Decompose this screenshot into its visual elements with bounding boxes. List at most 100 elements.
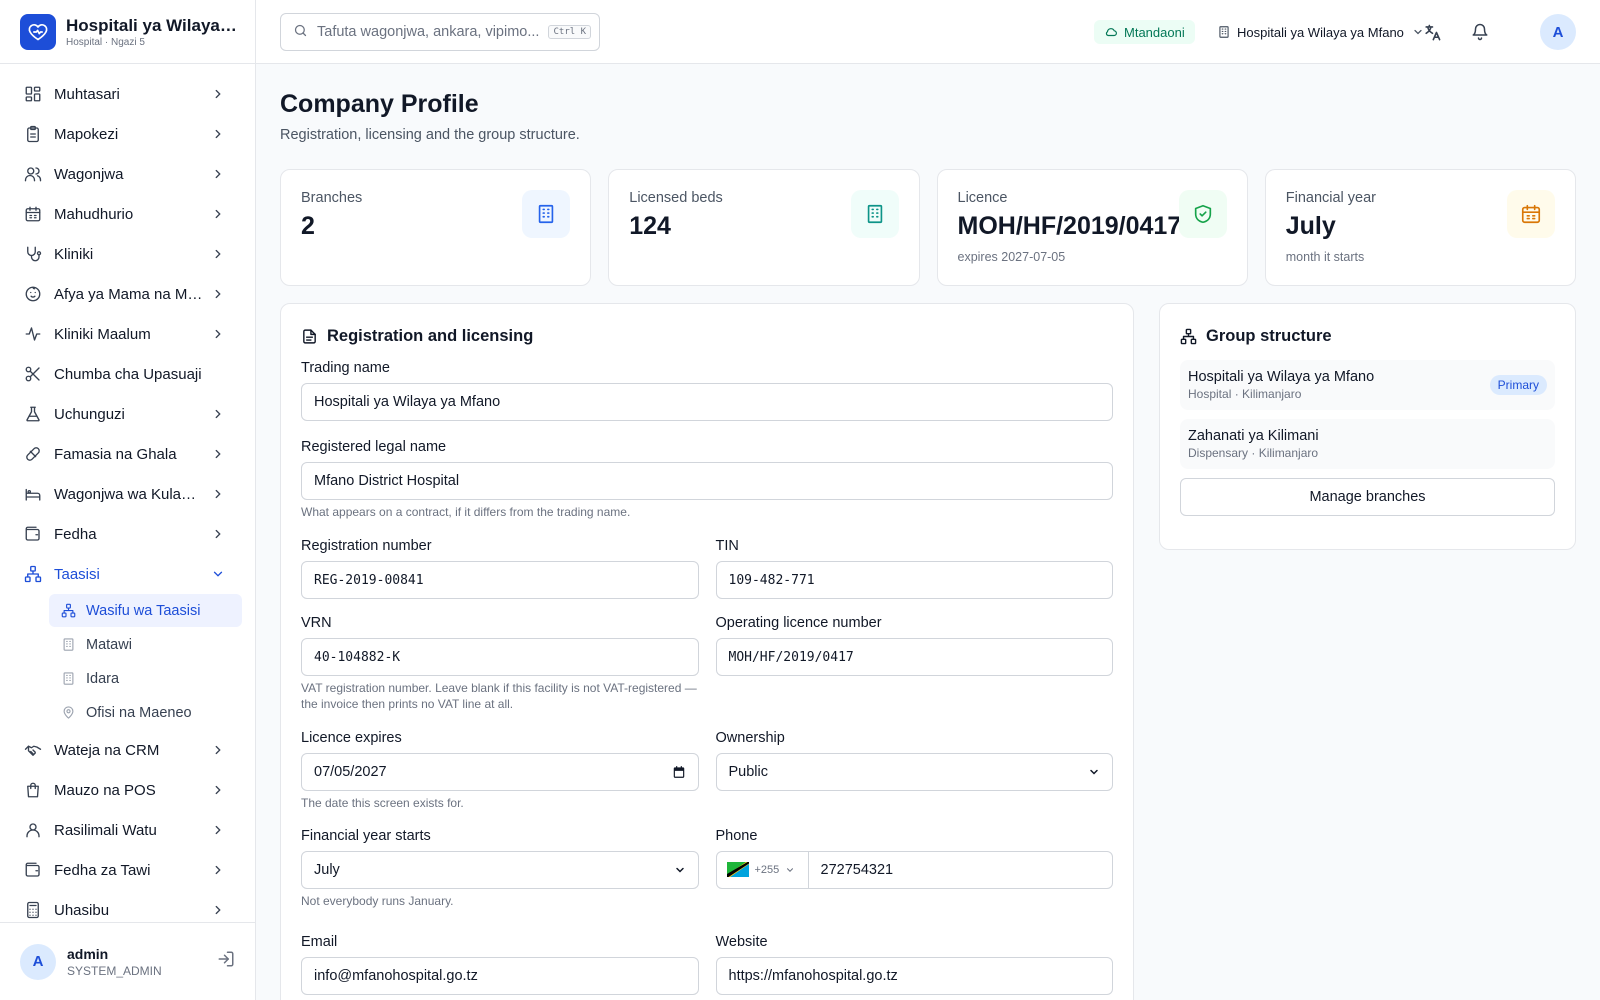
sidebar-item-label: Wateja na CRM (54, 741, 160, 759)
chevron-right-icon (215, 489, 221, 499)
subnav-item-label: Matawi (86, 636, 132, 653)
sidebar-item-label: Chumba cha Upasuaji (54, 365, 202, 383)
sidebar-item-wateja-na-crm[interactable]: Wateja na CRM (0, 730, 255, 770)
chevron-right-icon (215, 745, 221, 755)
country-code-select[interactable]: +255 (717, 851, 809, 888)
manage-branches-button[interactable]: Manage branches (1180, 478, 1555, 516)
website-field[interactable]: https://mfanohospital.go.tz (715, 956, 1113, 995)
sidebar-item-afya-ya-mama-na-mtoto[interactable]: Afya ya Mama na Mtoto (0, 274, 255, 314)
topbar-avatar[interactable]: A (1540, 14, 1576, 50)
vrn-field[interactable]: 40-104882-K (301, 638, 699, 677)
building-icon (522, 190, 571, 238)
licence-expires-field[interactable]: 07/05/2027 (301, 752, 699, 791)
sidebar-item-uchunguzi[interactable]: Uchunguzi (0, 394, 255, 434)
legal-name-field[interactable]: Mfano District Hospital (301, 462, 1113, 500)
sidebar-item-label: Wagonjwa wa Kulazwa (54, 485, 203, 503)
subnav-item-label: Wasifu wa Taasisi (86, 602, 201, 619)
branch-switcher[interactable]: Hospitali ya Wilaya ya Mfano (1217, 20, 1430, 44)
logout-icon[interactable] (217, 950, 235, 973)
sidebar-item-mauzo-na-pos[interactable]: Mauzo na POS (0, 770, 255, 810)
sidebar-item-famasia-na-ghala[interactable]: Famasia na Ghala (0, 434, 255, 474)
sidebar-item-label: Mapokezi (54, 125, 119, 143)
cloud-icon (1105, 28, 1117, 37)
sidebar-item-label: Fedha (54, 525, 97, 543)
search-icon (293, 23, 308, 42)
reg-number-label: Registration number (301, 538, 432, 555)
bed-icon (24, 485, 42, 503)
stat-note: expires 2027-07-05 (957, 250, 1066, 264)
chevron-right-icon (215, 785, 221, 795)
subnav-item-ofisi-na-maeneo[interactable]: Ofisi na Maeneo (49, 696, 242, 729)
sidebar-item-uhasibu[interactable]: Uhasibu (0, 890, 255, 922)
group-branch-item[interactable]: Zahanati ya Kilimani Dispensary · Kiliman… (1180, 419, 1555, 469)
legal-name-label: Registered legal name (301, 439, 447, 455)
sidebar-item-fedha-za-tawi[interactable]: Fedha za Tawi (0, 850, 255, 890)
chevron-right-icon (215, 249, 221, 259)
calendar-icon (673, 765, 684, 778)
brand-subtitle: Hospital · Ngazi 5 (66, 36, 145, 48)
user-name: admin (67, 945, 109, 962)
sidebar-item-mapokezi[interactable]: Mapokezi (0, 114, 255, 154)
ownership-select[interactable]: Public (715, 752, 1113, 791)
op-licence-field[interactable]: MOH/HF/2019/0417 (715, 638, 1113, 677)
org-icon (1180, 328, 1197, 345)
phone-number-input[interactable]: 272754321 (809, 852, 1113, 888)
sidebar-item-muhtasari[interactable]: Muhtasari (0, 74, 255, 114)
stat-card-licensed-beds: Licensed beds 124 (608, 169, 920, 286)
user-avatar[interactable]: A (20, 943, 56, 980)
brand[interactable]: Hospitali ya Wilaya ya Mfano Hospital · … (0, 0, 255, 64)
building-icon (850, 190, 899, 238)
sidebar-item-chumba-cha-upasuaji[interactable]: Chumba cha Upasuaji (0, 354, 255, 394)
fy-select[interactable]: July (301, 850, 699, 889)
email-label: Email (301, 933, 338, 950)
heart-logo-icon (20, 13, 56, 50)
activity-icon (24, 325, 42, 343)
sidebar-item-taasisi[interactable]: Taasisi (0, 554, 255, 594)
email-field[interactable]: info@mfanohospital.go.tz (301, 956, 699, 995)
trading-name-field[interactable]: Hospitali ya Wilaya ya Mfano (301, 383, 1113, 421)
chevron-right-icon (215, 329, 221, 339)
chevron-right-icon (215, 89, 221, 99)
subnav-item-idara[interactable]: Idara (49, 662, 242, 695)
search-input[interactable]: Tafuta wagonjwa, ankara, vipimo... Ctrl … (280, 13, 600, 51)
clipboard-icon (24, 125, 42, 143)
chevron-right-icon (215, 905, 221, 915)
stat-card-financial-year: Financial year July month it starts (1264, 169, 1576, 286)
sidebar-item-rasilimali-watu[interactable]: Rasilimali Watu (0, 810, 255, 850)
sidebar-item-label: Uhasibu (54, 901, 110, 919)
pill-icon (24, 445, 42, 463)
org-icon (24, 565, 42, 583)
flask-icon (24, 405, 42, 423)
chevron-right-icon (215, 825, 221, 835)
sidebar-item-mahudhurio[interactable]: Mahudhurio (0, 194, 255, 234)
bell-icon[interactable] (1468, 20, 1492, 44)
org-icon (61, 603, 77, 619)
ownership-value: Public (728, 763, 769, 780)
sidebar-item-label: Afya ya Mama na Mtoto (54, 285, 203, 303)
fy-value: July (314, 861, 340, 878)
search-placeholder: Tafuta wagonjwa, ankara, vipimo... (317, 24, 540, 40)
users-icon (24, 165, 42, 183)
sidebar-item-label: Mauzo na POS (54, 781, 156, 799)
country-code-value: +255 (754, 863, 780, 876)
building-icon (61, 671, 77, 687)
sidebar-item-kliniki-maalum[interactable]: Kliniki Maalum (0, 314, 255, 354)
tin-field[interactable]: 109-482-771 (715, 561, 1113, 600)
brand-name: Hospitali ya Wilaya ya Mfano (66, 15, 235, 35)
group-branch-item[interactable]: Hospitali ya Wilaya ya Mfano Hospital · K… (1180, 360, 1555, 410)
shopping-bag-icon (24, 781, 42, 799)
group-branch-name: Zahanati ya Kilimani (1188, 428, 1319, 444)
chevron-right-icon (215, 289, 221, 299)
legal-name-hint: What appears on a contract, if it differ… (301, 505, 631, 519)
sidebar-item-wagonjwa[interactable]: Wagonjwa (0, 154, 255, 194)
subnav-item-wasifu-wa-taasisi[interactable]: Wasifu wa Taasisi (49, 594, 242, 627)
subnav-item-matawi[interactable]: Matawi (49, 628, 242, 661)
sidebar-item-kliniki[interactable]: Kliniki (0, 234, 255, 274)
map-pin-icon (61, 705, 77, 721)
language-icon[interactable] (1420, 20, 1444, 44)
reg-number-field[interactable]: REG-2019-00841 (301, 561, 699, 600)
sidebar-item-wagonjwa-wa-kulazwa[interactable]: Wagonjwa wa Kulazwa (0, 474, 255, 514)
user-panel: A admin SYSTEM_ADMIN (0, 922, 255, 1000)
calendar-icon (1507, 190, 1555, 238)
sidebar-item-fedha[interactable]: Fedha (0, 514, 255, 554)
